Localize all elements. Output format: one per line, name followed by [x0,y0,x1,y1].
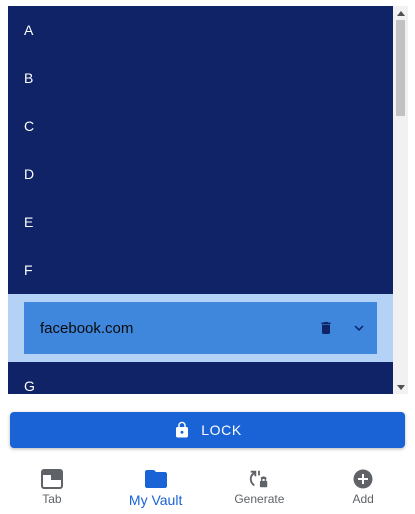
app-window: A B C D E F facebook.com G LOCK Tab My V… [0,0,415,514]
folder-icon [144,468,167,490]
letter-header-b: B [8,54,393,102]
letter-header-g: G [8,362,393,394]
add-icon [353,468,373,490]
letter-header-a: A [8,6,393,54]
nav-label: Add [352,492,374,506]
vault-item-name: facebook.com [40,319,134,337]
vault-item-row: facebook.com [8,294,393,362]
bottom-nav: Tab My Vault Generate Add [0,458,415,514]
chevron-down-icon[interactable] [342,312,375,345]
nav-label: Tab [42,492,62,506]
letter-label: A [24,22,34,38]
nav-tab[interactable]: Tab [0,458,104,514]
trash-icon[interactable] [309,312,342,345]
lock-icon [173,421,191,439]
generate-icon [248,468,270,490]
nav-generate[interactable]: Generate [208,458,312,514]
vault-scrollbar[interactable] [393,6,408,394]
tab-icon [40,468,63,490]
letter-label: C [24,118,35,134]
letter-label: F [24,262,33,278]
letter-label: G [24,378,35,394]
letter-header-c: C [8,102,393,150]
scrollbar-thumb[interactable] [396,20,405,116]
vault-item-facebook[interactable]: facebook.com [24,302,377,354]
letter-label: B [24,70,34,86]
lock-button-label: LOCK [201,422,242,438]
scroll-up-arrow-icon[interactable] [393,6,408,20]
vault-list[interactable]: A B C D E F facebook.com G [8,6,393,394]
letter-header-e: E [8,198,393,246]
nav-my-vault[interactable]: My Vault [104,458,208,514]
letter-header-d: D [8,150,393,198]
nav-label: My Vault [128,492,183,508]
letter-header-f: F [8,246,393,294]
nav-label: Generate [234,492,285,506]
nav-add[interactable]: Add [311,458,415,514]
letter-label: E [24,214,34,230]
scroll-down-arrow-icon[interactable] [393,380,408,394]
lock-button[interactable]: LOCK [10,412,405,448]
letter-label: D [24,166,35,182]
